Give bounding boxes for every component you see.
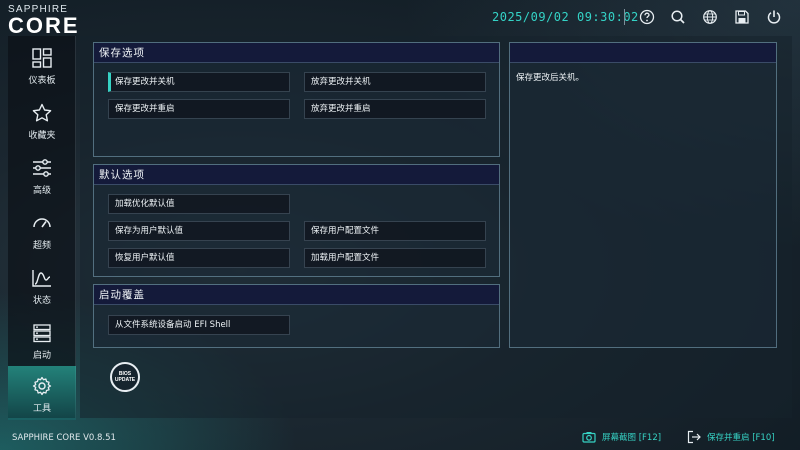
sidebar-item-dashboard[interactable]: 仪表板 bbox=[8, 38, 76, 92]
gear-icon bbox=[32, 376, 52, 396]
discard-and-shutdown-button[interactable]: 放弃更改并关机 bbox=[304, 72, 486, 92]
version-label: SAPPHIRE CORE V0.8.51 bbox=[12, 433, 116, 443]
screenshot-button[interactable]: 屏幕截图 [F12] bbox=[582, 429, 661, 445]
save-options-title: 保存选项 bbox=[94, 43, 499, 63]
save-icon[interactable] bbox=[733, 8, 751, 26]
sidebar-item-tools[interactable]: 工具 bbox=[8, 366, 76, 420]
power-icon[interactable] bbox=[765, 8, 783, 26]
sidebar-item-label: 高级 bbox=[32, 186, 51, 196]
bios-update-line2: UPDATE bbox=[114, 377, 136, 383]
sidebar-item-label: 超频 bbox=[32, 241, 51, 251]
sidebar-item-overclock[interactable]: 超频 bbox=[8, 203, 76, 257]
star-icon bbox=[32, 103, 52, 122]
brand-logo: SAPPHIRE CORE bbox=[8, 4, 80, 39]
boot-efi-shell-button[interactable]: 从文件系统设备启动 EFI Shell bbox=[108, 315, 290, 335]
help-icon[interactable] bbox=[638, 8, 656, 26]
sliders-icon bbox=[33, 159, 51, 177]
sidebar-item-status[interactable]: 状态 bbox=[8, 258, 76, 312]
bios-update-icon: BIOS UPDATE bbox=[115, 371, 135, 383]
boot-icon bbox=[33, 324, 51, 343]
screenshot-label: 屏幕截图 [F12] bbox=[602, 433, 662, 443]
save-and-shutdown-button[interactable]: 保存更改并关机 bbox=[108, 72, 290, 92]
sidebar-item-advanced[interactable]: 高级 bbox=[8, 148, 76, 202]
boot-override-panel: 启动覆盖 从文件系统设备启动 EFI Shell bbox=[93, 284, 500, 348]
sidebar-item-label: 收藏夹 bbox=[28, 131, 56, 141]
sidebar-item-label: 工具 bbox=[32, 404, 51, 414]
sidebar: 仪表板 收藏夹 高级 超频 状态 启动 工具 bbox=[8, 36, 76, 420]
save-user-defaults-button[interactable]: 保存为用户默认值 bbox=[108, 221, 290, 241]
description-text: 保存更改后关机。 bbox=[516, 73, 585, 83]
sidebar-item-label: 启动 bbox=[32, 351, 51, 361]
camera-icon bbox=[582, 432, 596, 443]
gauge-icon bbox=[33, 218, 51, 228]
description-panel: 保存更改后关机。 bbox=[509, 42, 777, 348]
datetime: 2025/09/02 09:30:02 bbox=[492, 10, 639, 24]
sidebar-item-label: 状态 bbox=[32, 296, 51, 306]
save-and-restart-button[interactable]: 保存更改并重启 bbox=[108, 99, 290, 119]
sidebar-item-favorites[interactable]: 收藏夹 bbox=[8, 93, 76, 147]
language-icon[interactable] bbox=[701, 8, 719, 26]
discard-and-restart-button[interactable]: 放弃更改并重启 bbox=[304, 99, 486, 119]
save-user-profile-button[interactable]: 保存用户配置文件 bbox=[304, 221, 486, 241]
sidebar-item-boot[interactable]: 启动 bbox=[8, 313, 76, 367]
bios-update-button[interactable]: BIOS UPDATE bbox=[110, 362, 140, 392]
search-icon[interactable] bbox=[669, 8, 687, 26]
header-divider bbox=[624, 9, 625, 25]
load-user-profile-button[interactable]: 加载用户配置文件 bbox=[304, 248, 486, 268]
save-and-reboot-button[interactable]: 保存并重启 [F10] bbox=[687, 429, 775, 445]
sidebar-item-label: 仪表板 bbox=[28, 76, 56, 86]
exit-icon bbox=[687, 430, 701, 444]
save-and-reboot-label: 保存并重启 [F10] bbox=[707, 433, 775, 443]
chart-icon bbox=[32, 270, 51, 287]
default-options-panel: 默认选项 加载优化默认值 保存为用户默认值 保存用户配置文件 恢复用户默认值 加… bbox=[93, 164, 500, 277]
default-options-title: 默认选项 bbox=[94, 165, 499, 185]
boot-override-title: 启动覆盖 bbox=[94, 285, 499, 305]
save-options-panel: 保存选项 保存更改并关机 放弃更改并关机 保存更改并重启 放弃更改并重启 bbox=[93, 42, 500, 157]
load-optimized-defaults-button[interactable]: 加载优化默认值 bbox=[108, 194, 290, 214]
dashboard-icon bbox=[32, 48, 52, 68]
restore-user-defaults-button[interactable]: 恢复用户默认值 bbox=[108, 248, 290, 268]
description-title bbox=[510, 43, 776, 63]
